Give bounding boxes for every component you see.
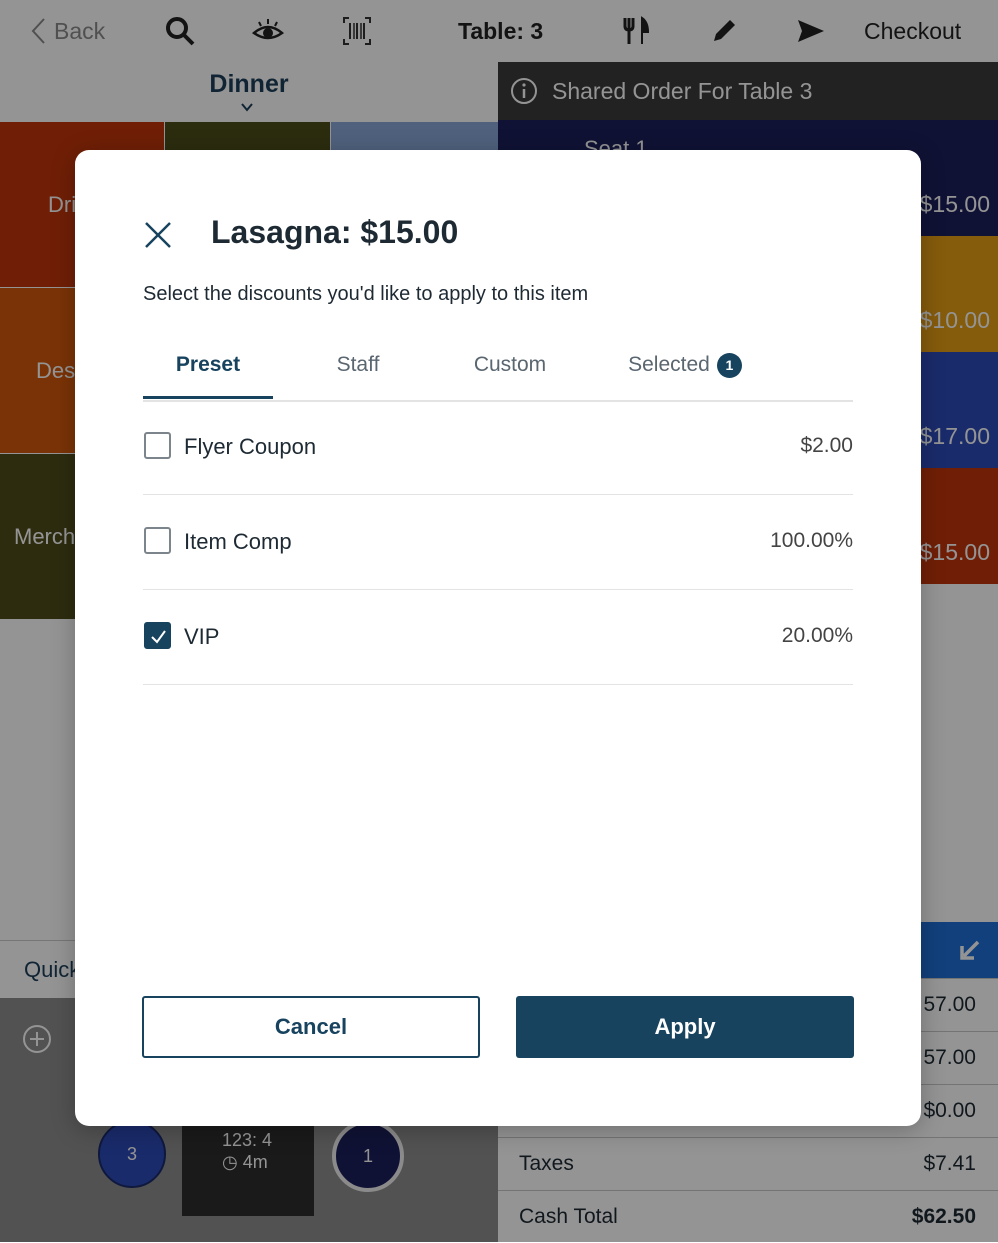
cancel-button[interactable]: Cancel xyxy=(142,996,480,1058)
discount-checkbox[interactable] xyxy=(144,432,171,459)
tab-staff[interactable]: Staff xyxy=(293,330,423,400)
discount-value: $2.00 xyxy=(800,434,853,457)
discount-value: 100.00% xyxy=(770,529,853,552)
apply-button[interactable]: Apply xyxy=(516,996,854,1058)
discount-name: VIP xyxy=(184,624,220,649)
discount-checkbox[interactable] xyxy=(144,527,171,554)
discount-value: 20.00% xyxy=(781,624,853,647)
modal-title: Lasagna: $15.00 xyxy=(211,214,459,250)
discount-row[interactable]: Item Comp 100.00% xyxy=(143,495,853,590)
active-tab-indicator xyxy=(143,396,273,399)
tab-custom[interactable]: Custom xyxy=(445,330,575,400)
tab-label: Staff xyxy=(336,353,380,376)
discount-row[interactable]: VIP 20.00% xyxy=(143,590,853,685)
tab-selected[interactable]: Selected 1 xyxy=(595,330,775,400)
discount-name: Flyer Coupon xyxy=(184,434,317,459)
tab-label: Custom xyxy=(473,353,547,376)
selected-count-badge: 1 xyxy=(716,352,742,378)
discount-checkbox[interactable] xyxy=(144,622,171,649)
discount-row[interactable]: Flyer Coupon $2.00 xyxy=(143,400,853,495)
checkmark-icon xyxy=(151,630,166,644)
discount-modal: Lasagna: $15.00 Select the discounts you… xyxy=(75,150,921,1126)
tab-preset[interactable]: Preset xyxy=(143,330,273,400)
discount-tabs: Preset Staff Custom Selected 1 xyxy=(143,330,853,402)
discount-name: Item Comp xyxy=(184,529,292,554)
tab-label: Preset xyxy=(175,353,241,376)
tab-label: Selected xyxy=(628,353,710,376)
close-button[interactable] xyxy=(137,214,179,256)
modal-subtitle: Select the discounts you'd like to apply… xyxy=(143,283,589,305)
close-icon xyxy=(145,222,171,248)
